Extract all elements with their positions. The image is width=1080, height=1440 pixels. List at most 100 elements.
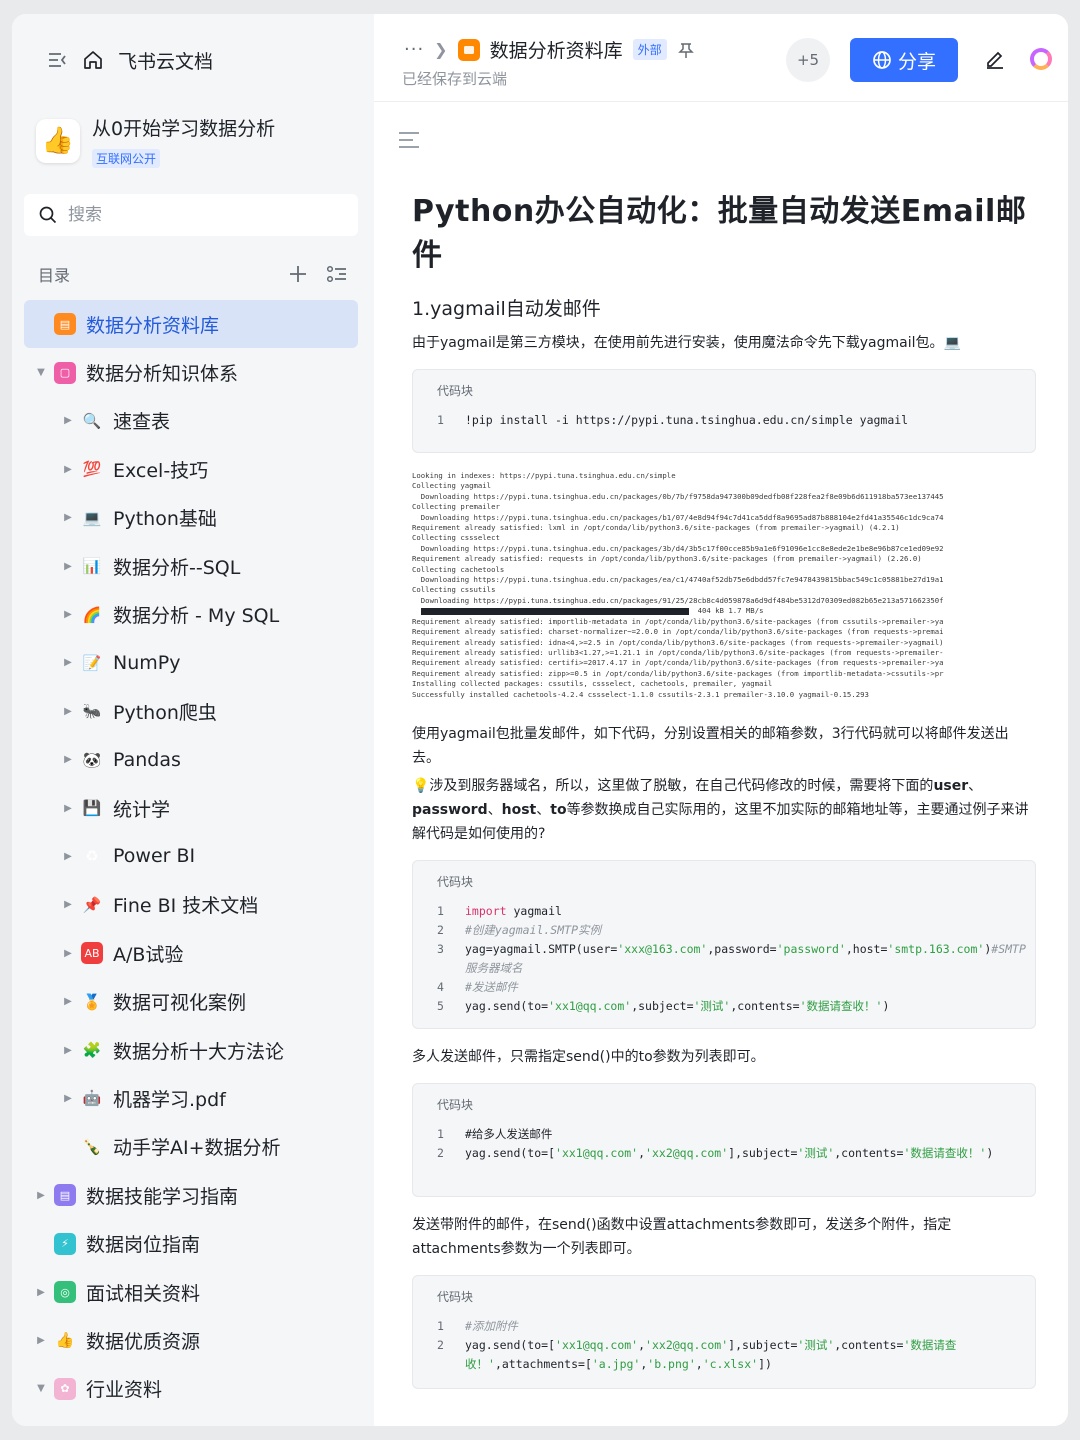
chevron-right-icon[interactable]: ▶: [34, 1287, 48, 1298]
chevron-right-icon[interactable]: ▶: [61, 996, 75, 1007]
code-block[interactable]: 代码块 1 #给多人发送邮件 2 yag.send(to=['xx1@qq.com'…: [412, 1082, 1036, 1197]
paragraph-multi: 多人发送邮件，只需指定send()中的to参数为列表即可。: [412, 1048, 765, 1065]
share-label: 分享: [897, 50, 936, 73]
code-block[interactable]: 代码块 1 import yagmail 2 #创建yagmail.SMTP实例 3…: [412, 859, 1036, 1029]
sidebar-item[interactable]: ▼ ✿ 行业资料: [24, 1365, 358, 1413]
toc-header: 目录: [38, 262, 348, 286]
share-button[interactable]: 分享: [850, 38, 958, 82]
space-logo: 👍: [36, 119, 80, 163]
memo-emoji-icon: 📝: [82, 653, 102, 672]
sidebar-item[interactable]: 🍾 动手学AI+数据分析: [24, 1123, 358, 1171]
log-line: Requirement already satisfied: lxml in /…: [412, 523, 900, 533]
chevron-right-icon[interactable]: ▶: [61, 948, 75, 959]
outline-menu-icon[interactable]: [398, 130, 420, 150]
sidebar-item-label: 动手学AI+数据分析: [113, 1137, 281, 1160]
sidebar-item-label: 统计学: [113, 798, 171, 821]
brand-name[interactable]: 飞书云文档: [118, 47, 213, 74]
chevron-right-icon[interactable]: ▶: [61, 1093, 75, 1104]
list-options-icon[interactable]: [326, 264, 348, 284]
sidebar-item-label: Python基础: [113, 508, 217, 531]
collapse-sidebar-icon[interactable]: [46, 49, 68, 71]
ab-emoji-icon: AB: [81, 942, 103, 965]
chevron-right-icon[interactable]: ▶: [61, 706, 75, 717]
sidebar-item[interactable]: ▶ 📊 数据分析--SQL: [24, 542, 358, 590]
sidebar-item-label: 行业资料: [86, 1379, 163, 1402]
sidebar-item[interactable]: ▶ 🤖 机器学习.pdf: [24, 1074, 358, 1122]
section-heading: 1.yagmail自动发邮件: [412, 298, 601, 320]
magnifier-emoji-icon: 🔍: [82, 411, 102, 430]
home-icon[interactable]: [82, 49, 104, 71]
sidebar-item[interactable]: ▶ 🌈 数据分析 - My SQL: [24, 590, 358, 638]
chevron-right-icon[interactable]: ▶: [34, 1335, 48, 1346]
sidebar-item[interactable]: ▶ ▤ 数据技能学习指南: [24, 1171, 358, 1219]
chevron-right-icon[interactable]: ▶: [61, 464, 75, 475]
doc-teal-icon: ⚡: [54, 1232, 76, 1255]
globe-icon: [872, 50, 892, 70]
chevron-right-icon[interactable]: ▶: [61, 851, 75, 862]
search-icon: [38, 205, 58, 225]
chevron-right-icon[interactable]: ▶: [61, 609, 75, 620]
sidebar-item[interactable]: ▶ 📌 Fine BI 技术文档: [24, 881, 358, 929]
code-block[interactable]: 代码块 1 !pip install -i https://pypi.tuna.t…: [412, 369, 1036, 453]
sidebar-item[interactable]: ⚡ 数据岗位指南: [24, 1219, 358, 1267]
chevron-right-icon[interactable]: ▶: [61, 561, 75, 572]
chevron-right-icon[interactable]: ▶: [61, 754, 75, 765]
collaborators-count[interactable]: +5: [786, 38, 830, 82]
chevron-down-icon[interactable]: ▼: [34, 1383, 48, 1394]
log-line: Collecting premailer: [412, 502, 500, 512]
more-menu-button[interactable]: ···: [404, 39, 424, 60]
sidebar-item[interactable]: ▤ 数据分析资料库: [24, 300, 358, 349]
sidebar-item[interactable]: ▶ 📝 NumPy: [24, 639, 358, 687]
sidebar-item-label: 数据分析资料库: [86, 314, 220, 337]
pin-icon[interactable]: [677, 41, 695, 59]
chevron-right-icon: ❯: [434, 40, 448, 59]
log-line: Successfully installed cachetools-4.2.4 …: [412, 689, 869, 699]
sidebar-item[interactable]: ▶ AB A/B试验: [24, 929, 358, 977]
sidebar-item-label: Power BI: [113, 845, 196, 868]
sidebar-item[interactable]: ▼ ▢ 数据分析知识体系: [24, 348, 358, 396]
sidebar-item[interactable]: ▶ 💯 Excel-技巧: [24, 445, 358, 493]
sidebar-item[interactable]: ▶ 🏅 数据可视化案例: [24, 977, 358, 1025]
code-block-caption: 代码块: [437, 1289, 474, 1304]
chevron-right-icon[interactable]: ▶: [61, 512, 75, 523]
log-line: 404 kB 1.7 MB/s: [412, 606, 1032, 616]
sidebar-item-label: 速查表: [113, 411, 171, 434]
log-line: Downloading https://pypi.tuna.tsinghua.e…: [412, 595, 944, 605]
chevron-right-icon[interactable]: ▶: [61, 899, 75, 910]
paragraph-install: 由于yagmail是第三方模块，在使用前先进行安装，使用魔法命令先下载yagma…: [412, 335, 961, 351]
add-icon[interactable]: [288, 264, 308, 284]
document-body: Python办公自动化：批量自动发送Email邮件 1.yagmail自动发邮件…: [412, 186, 1036, 1403]
doc-green-icon: ◎: [54, 1281, 76, 1303]
breadcrumb-title[interactable]: 数据分析资料库: [490, 36, 623, 63]
chevron-right-icon[interactable]: ▶: [34, 1190, 48, 1201]
panda-emoji-icon: 🐼: [82, 750, 102, 769]
sidebar-item[interactable]: ▶ 🔍 速查表: [24, 397, 358, 445]
doc-orange-icon: ▤: [54, 313, 76, 336]
sidebar-item[interactable]: ▶ ◎ 面试相关资料: [24, 1268, 358, 1316]
sidebar-item[interactable]: ▶ 🐼 Pandas: [24, 736, 358, 784]
sidebar-item[interactable]: ▶ ♻ Power BI: [24, 832, 358, 880]
chevron-down-icon[interactable]: ▼: [34, 367, 48, 378]
space-title: 从0开始学习数据分析: [92, 118, 276, 140]
chevron-right-icon[interactable]: ▶: [61, 415, 75, 426]
edit-icon[interactable]: [984, 48, 1006, 70]
chevron-right-icon[interactable]: ▶: [61, 657, 75, 668]
sidebar-item[interactable]: ▶ 🐜 Python爬虫: [24, 687, 358, 735]
ai-assistant-icon[interactable]: [1030, 48, 1052, 70]
sidebar-item[interactable]: ▶ 💾 统计学: [24, 784, 358, 832]
doc-purple-icon: ▤: [54, 1184, 76, 1207]
code-block[interactable]: 代码块 1 #添加附件 2 yag.send(to=['xx1@qq.com','x…: [412, 1274, 1036, 1389]
sidebar-item[interactable]: ▶ 💻 Python基础: [24, 494, 358, 542]
log-line: Requirement already satisfied: idna<4,>=…: [412, 637, 944, 647]
chevron-right-icon[interactable]: ▶: [61, 1045, 75, 1056]
sidebar: 飞书云文档 👍 从0开始学习数据分析 互联网公开 目录: [12, 14, 374, 1426]
space-card[interactable]: 👍 从0开始学习数据分析 互联网公开: [36, 114, 275, 168]
breadcrumb: ··· ❯ 数据分析资料库 外部: [404, 36, 695, 63]
search-box[interactable]: [24, 194, 358, 236]
search-input[interactable]: [68, 205, 308, 225]
sidebar-item-label: Excel-技巧: [113, 459, 209, 482]
sidebar-item[interactable]: ▶ 🧩 数据分析十大方法论: [24, 1026, 358, 1074]
chevron-right-icon[interactable]: ▶: [61, 803, 75, 814]
sidebar-item[interactable]: ▶ 👍 数据优质资源: [24, 1316, 358, 1364]
medal-emoji-icon: 🏅: [82, 992, 102, 1011]
